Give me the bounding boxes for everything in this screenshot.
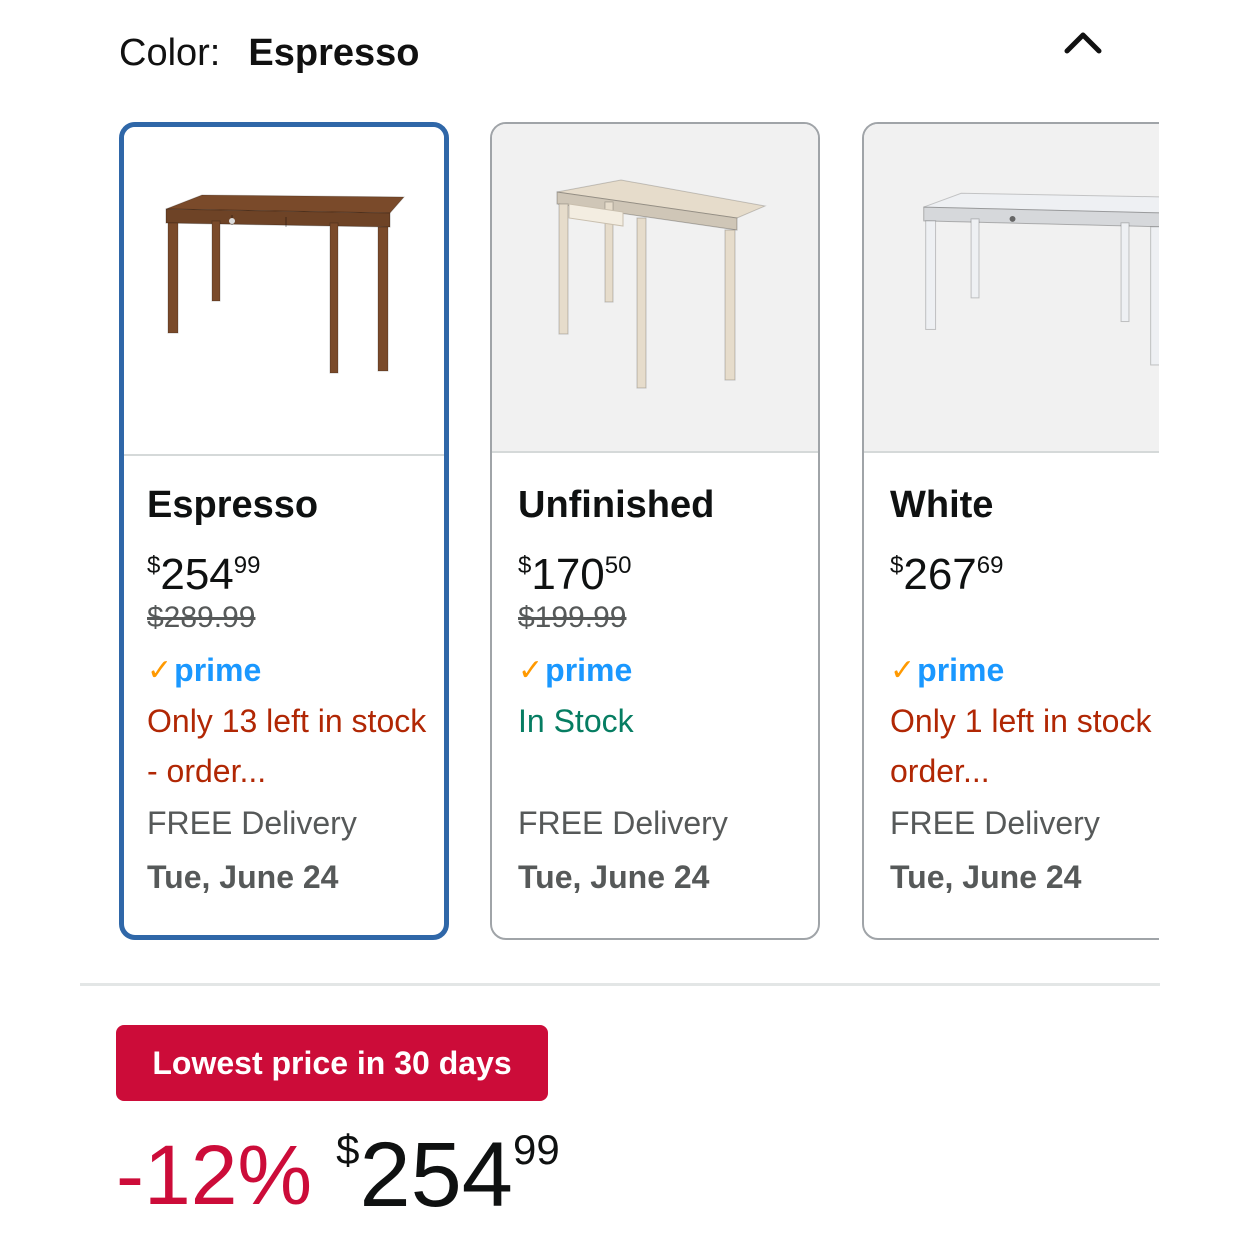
stock-status: Only 1 left in stock - order...: [890, 703, 1159, 789]
list-price: $289.99: [147, 601, 256, 634]
swatch-price: $17050: [518, 542, 808, 599]
swatch-card-unfinished[interactable]: Unfinished $17050 $199.99 ✓ prime In Stoc…: [490, 122, 820, 940]
price-symbol: $: [890, 552, 904, 579]
stock-status: Only 13 left in stock - order...: [147, 703, 427, 789]
color-swatch-carousel[interactable]: Espresso $25499 $289.99 ✓ prime Only 13 l…: [119, 122, 1159, 942]
price-fraction: 99: [512, 1126, 560, 1173]
price-symbol: $: [147, 552, 161, 579]
desk-image: [165, 193, 406, 373]
delivery-date: Tue, June 24: [147, 859, 339, 895]
product-image: [124, 127, 444, 456]
price-symbol: $: [518, 552, 532, 579]
delivery-label: FREE Delivery: [890, 805, 1100, 841]
discount-percent: -12%: [116, 1128, 313, 1222]
stock-status: In Stock: [518, 703, 634, 739]
swatch-info: White $26769 ✓ prime Only 1 left in stock…: [890, 480, 1159, 900]
deal-price: -12% $25499: [116, 1120, 560, 1230]
product-image: [864, 124, 1159, 453]
swatch-name: White: [890, 484, 994, 526]
swatch-price: $25499: [147, 542, 434, 599]
prime-check-icon: ✓: [518, 653, 544, 687]
delivery-label: FREE Delivery: [147, 805, 357, 841]
price-whole: 254: [160, 550, 234, 599]
price-symbol: $: [336, 1126, 360, 1173]
desk-image: [923, 192, 1159, 365]
delivery-date: Tue, June 24: [890, 859, 1082, 895]
color-selector-header: Color: Espresso: [119, 28, 419, 78]
delivery-label: FREE Delivery: [518, 805, 728, 841]
product-image: [492, 124, 818, 453]
desk-image: [556, 178, 767, 388]
list-price: $199.99: [518, 601, 627, 634]
chevron-up-icon: [1064, 32, 1102, 54]
prime-label: prime: [174, 651, 262, 688]
price-fraction: 99: [233, 552, 261, 579]
price-fraction: 50: [604, 552, 632, 579]
prime-badge: ✓ prime: [147, 648, 434, 692]
prime-check-icon: ✓: [147, 653, 173, 687]
prime-check-icon: ✓: [890, 653, 916, 687]
swatch-card-white[interactable]: White $26769 ✓ prime Only 1 left in stock…: [862, 122, 1159, 940]
prime-badge: ✓ prime: [890, 648, 1159, 692]
swatch-name: Espresso: [147, 484, 319, 526]
price-whole: 267: [903, 550, 977, 599]
section-divider: [80, 983, 1160, 986]
swatch-name: Unfinished: [518, 484, 715, 526]
price-whole: 254: [359, 1124, 513, 1226]
price-whole: 170: [531, 550, 605, 599]
list-price: [890, 596, 1159, 640]
prime-label: prime: [545, 651, 633, 688]
price-fraction: 69: [976, 552, 1004, 579]
selected-color-value: Espresso: [248, 31, 420, 74]
swatch-price: $26769: [890, 542, 1159, 599]
delivery-date: Tue, June 24: [518, 859, 710, 895]
swatch-card-espresso[interactable]: Espresso $25499 $289.99 ✓ prime Only 13 l…: [119, 122, 449, 940]
color-label: Color:: [119, 31, 221, 74]
prime-label: prime: [917, 651, 1005, 688]
swatch-info: Espresso $25499 $289.99 ✓ prime Only 13 l…: [147, 480, 434, 900]
swatch-info: Unfinished $17050 $199.99 ✓ prime In Stoc…: [518, 480, 808, 900]
deal-badge: Lowest price in 30 days: [116, 1025, 548, 1101]
prime-badge: ✓ prime: [518, 648, 808, 692]
collapse-button[interactable]: [1058, 22, 1108, 62]
